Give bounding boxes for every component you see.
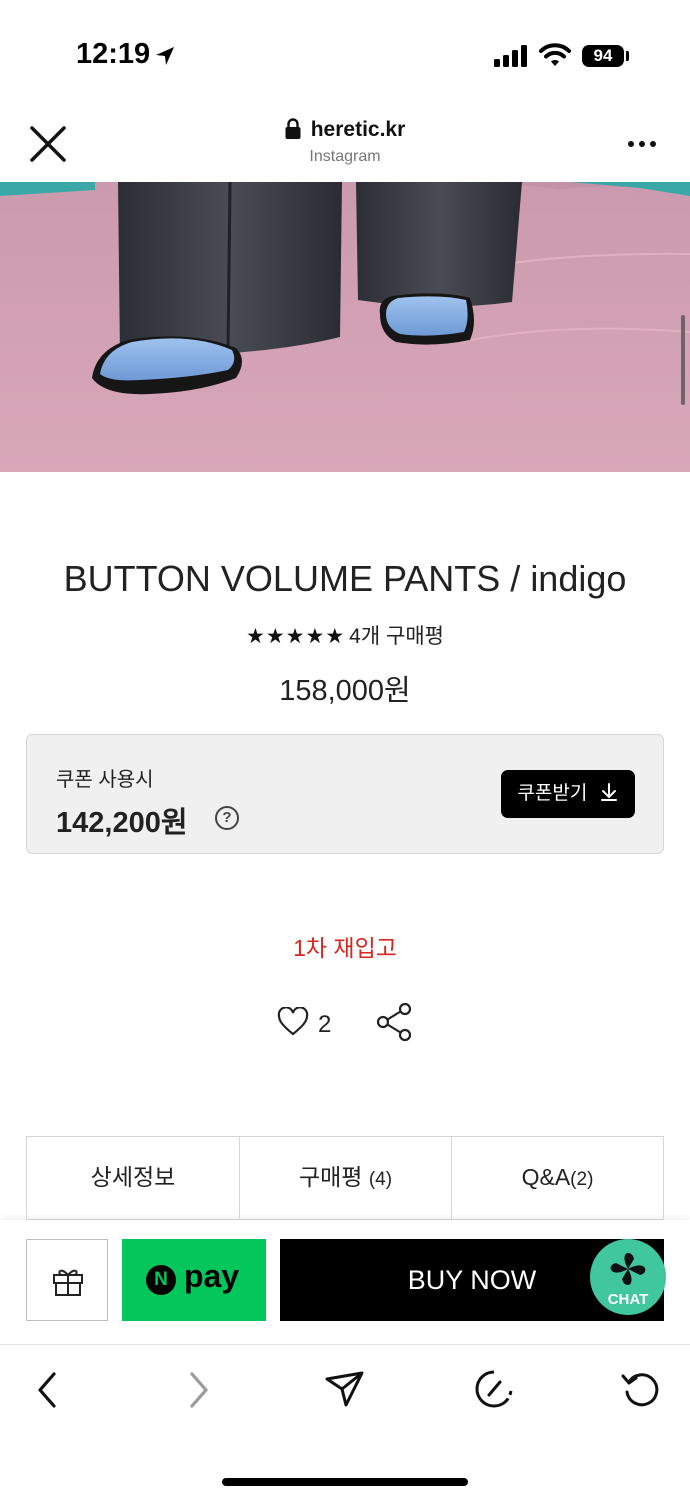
coupon-label: 쿠폰 사용시	[56, 769, 154, 791]
tab-details[interactable]: 상세정보	[26, 1136, 240, 1220]
tab-label: Q&A	[521, 1164, 571, 1190]
reload-icon[interactable]	[620, 1368, 662, 1410]
chat-label: CHAT	[607, 1291, 649, 1308]
help-icon[interactable]: ?	[215, 806, 239, 830]
star-rating-icon: ★★★★★	[246, 625, 346, 648]
coupon-box: 쿠폰 사용시 142,200원 ? 쿠폰받기	[26, 734, 664, 854]
product-image	[0, 182, 690, 472]
url-text[interactable]: heretic.kr	[0, 118, 690, 142]
npay-logo-icon: N	[146, 1265, 176, 1295]
cellular-signal-icon	[494, 45, 527, 67]
tab-label: 구매평	[298, 1164, 363, 1190]
restock-notice: 1차 재입고	[293, 935, 397, 961]
url-source: Instagram	[309, 148, 381, 165]
forward-icon[interactable]	[184, 1370, 212, 1410]
chat-logo-icon	[610, 1253, 646, 1285]
share-icon[interactable]	[374, 1002, 414, 1042]
more-icon[interactable]	[627, 139, 657, 149]
npay-label: pay	[184, 1258, 240, 1294]
product-title: BUTTON VOLUME PANTS / indigo	[63, 558, 627, 599]
tab-count: (4)	[368, 1169, 393, 1190]
coupon-button-label: 쿠폰받기	[517, 783, 588, 804]
coupon-price: 142,200원	[56, 807, 188, 839]
heart-icon[interactable]	[277, 1007, 309, 1037]
chat-button[interactable]: CHAT	[590, 1239, 666, 1315]
scrollbar[interactable]	[681, 315, 685, 405]
gift-icon	[53, 1269, 83, 1296]
tab-label: 상세정보	[90, 1164, 176, 1190]
coupon-download-button[interactable]: 쿠폰받기	[501, 770, 635, 818]
rating-row[interactable]: ★★★★★ 4개 구매평	[0, 620, 690, 650]
tab-reviews[interactable]: 구매평 (4)	[239, 1136, 452, 1220]
tab-qna[interactable]: Q&A(2)	[451, 1136, 664, 1220]
status-time: 12:19	[76, 38, 151, 70]
location-arrow-icon	[156, 47, 174, 65]
npay-button[interactable]: N pay	[122, 1239, 266, 1321]
back-icon[interactable]	[34, 1370, 62, 1410]
share-send-icon[interactable]	[324, 1369, 366, 1409]
product-price: 158,000원	[279, 675, 411, 707]
review-count: 4개 구매평	[349, 625, 444, 648]
tab-count: (2)	[570, 1169, 594, 1190]
battery-nub	[626, 51, 629, 61]
buy-now-label: BUY NOW	[407, 1265, 537, 1295]
gift-button[interactable]	[26, 1239, 108, 1321]
like-count: 2	[318, 1011, 332, 1038]
battery-icon: 94	[582, 45, 624, 67]
wifi-icon	[539, 43, 571, 66]
home-indicator[interactable]	[222, 1478, 468, 1486]
speed-dial-icon[interactable]	[472, 1368, 516, 1410]
download-icon	[600, 783, 617, 801]
